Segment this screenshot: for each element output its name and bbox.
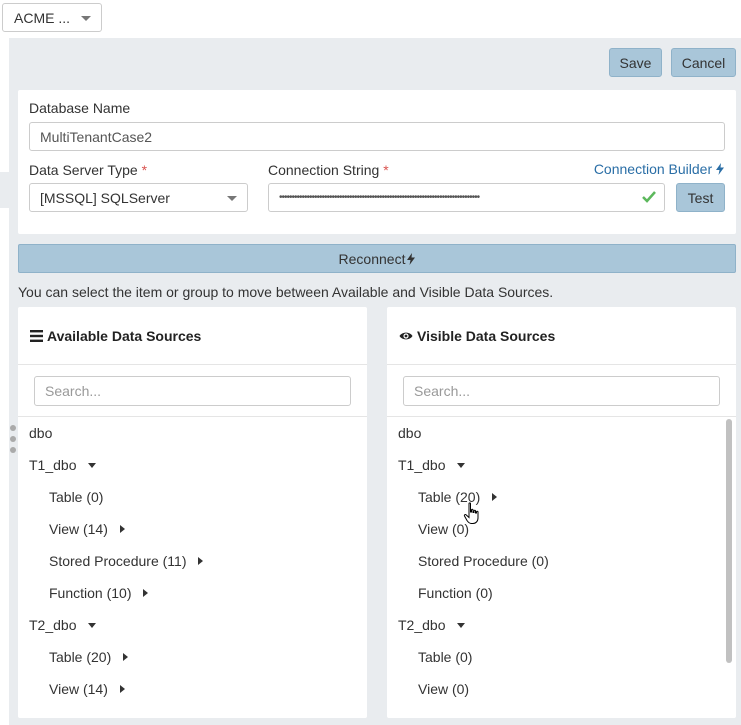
- tree-group[interactable]: dbo: [29, 425, 52, 441]
- server-type-label-text: Data Server Type: [29, 162, 138, 178]
- tree-item[interactable]: View (14): [49, 681, 125, 697]
- resize-handle-icon[interactable]: [10, 425, 16, 431]
- cancel-button[interactable]: Cancel: [671, 48, 736, 77]
- available-data-sources-panel: Available Data Sources dbo T1_dbo Table (0…: [18, 307, 367, 718]
- caret-down-icon[interactable]: [88, 462, 97, 468]
- scrollbar[interactable]: [726, 419, 732, 663]
- tree-item-label: Table (20): [49, 649, 112, 665]
- caret-right-icon[interactable]: [119, 525, 125, 533]
- server-type-select[interactable]: [MSSQL] SQLServer: [29, 183, 248, 212]
- test-button[interactable]: Test: [676, 183, 725, 212]
- available-search-input[interactable]: [34, 376, 351, 406]
- hint-text: You can select the item or group to move…: [18, 284, 554, 300]
- tree-item[interactable]: View (0): [418, 521, 469, 537]
- chevron-down-icon: [81, 16, 91, 21]
- connection-builder-link[interactable]: Connection Builder: [594, 161, 724, 177]
- tree-item[interactable]: Function (10): [49, 585, 149, 601]
- chevron-down-icon: [227, 196, 237, 201]
- connection-string-input[interactable]: ••••••••••••••••••••••••••••••••••••••••…: [268, 183, 665, 212]
- tree-item-label: dbo: [29, 425, 53, 441]
- panel-header: Visible Data Sources: [387, 307, 736, 365]
- divider: [18, 416, 367, 417]
- save-button[interactable]: Save: [609, 48, 662, 77]
- tree-item[interactable]: Table (0): [418, 649, 472, 665]
- resize-handle-icon[interactable]: [10, 436, 16, 442]
- hand-cursor-icon: [463, 502, 479, 524]
- visible-search-input[interactable]: [403, 376, 720, 406]
- organization-select[interactable]: ACME ...: [2, 3, 102, 32]
- server-type-value: [MSSQL] SQLServer: [40, 189, 170, 206]
- connection-string-value: ••••••••••••••••••••••••••••••••••••••••…: [279, 192, 480, 203]
- server-type-label: Data Server Type *: [29, 162, 147, 178]
- tree-item-label: T1_dbo: [29, 457, 77, 473]
- tree-item[interactable]: Stored Procedure (0): [418, 553, 549, 569]
- database-name-value: MultiTenantCase2: [40, 128, 153, 145]
- connection-builder-label: Connection Builder: [593, 161, 713, 177]
- database-name-input[interactable]: MultiTenantCase2: [29, 122, 725, 151]
- tree-item-label: View (14): [49, 521, 108, 537]
- panel-header: Available Data Sources: [18, 307, 367, 365]
- caret-right-icon[interactable]: [492, 493, 498, 501]
- tree-item-label: T1_dbo: [398, 457, 446, 473]
- bolt-icon: [407, 252, 416, 265]
- divider: [387, 416, 736, 417]
- tree-group[interactable]: T1_dbo: [29, 457, 97, 473]
- tree-item-label: T2_dbo: [29, 617, 77, 633]
- resize-handle-icon[interactable]: [10, 447, 16, 453]
- tree-item[interactable]: Table (20): [49, 649, 129, 665]
- reconnect-button[interactable]: Reconnect: [18, 244, 736, 273]
- tree-item-label: Function (10): [49, 585, 132, 601]
- caret-right-icon[interactable]: [119, 685, 125, 693]
- tree-item-label: Function (0): [418, 585, 493, 601]
- tree-item[interactable]: View (14): [49, 521, 125, 537]
- top-bar: ACME ...: [0, 0, 741, 38]
- caret-right-icon[interactable]: [198, 557, 204, 565]
- visible-data-sources-panel: Visible Data Sources dbo T1_dbo Table (20)…: [387, 307, 736, 718]
- tree-group[interactable]: T2_dbo: [398, 617, 466, 633]
- tree-item-label: Stored Procedure (0): [418, 553, 549, 569]
- organization-select-label: ACME ...: [14, 9, 71, 26]
- left-strip-tab[interactable]: [0, 172, 9, 208]
- tree-item[interactable]: Table (0): [49, 489, 103, 505]
- left-strip: [0, 48, 9, 725]
- eye-icon: [399, 331, 413, 341]
- tree-item-label: Table (0): [418, 649, 473, 665]
- caret-down-icon[interactable]: [88, 622, 97, 628]
- required-mark: *: [141, 162, 148, 178]
- required-mark: *: [383, 162, 389, 178]
- tree-item-label: dbo: [398, 425, 422, 441]
- list-icon: [30, 329, 43, 342]
- tree-group[interactable]: dbo: [398, 425, 421, 441]
- reconnect-label: Reconnect: [338, 250, 406, 267]
- tree-item-label: Stored Procedure (11): [49, 553, 187, 569]
- tree-group[interactable]: T1_dbo: [398, 457, 466, 473]
- tree-group[interactable]: T2_dbo: [29, 617, 97, 633]
- tree-item-label: View (14): [49, 681, 108, 697]
- caret-down-icon[interactable]: [457, 622, 466, 628]
- check-icon: [642, 191, 656, 203]
- tree-item-label: View (0): [418, 681, 470, 697]
- database-form: Database Name MultiTenantCase2 Data Serv…: [18, 90, 736, 234]
- panel-title: Available Data Sources: [47, 327, 202, 344]
- tree-item-label: View (0): [418, 521, 470, 537]
- database-name-label: Database Name: [29, 100, 131, 116]
- connection-string-label: Connection String *: [268, 162, 389, 178]
- panel-title: Visible Data Sources: [417, 327, 556, 344]
- tree-item[interactable]: View (0): [418, 681, 469, 697]
- tree-item[interactable]: Stored Procedure (11): [49, 553, 204, 569]
- connection-string-label-text: Connection String: [268, 162, 380, 178]
- bolt-icon: [716, 163, 724, 175]
- caret-down-icon[interactable]: [457, 462, 466, 468]
- tree-item[interactable]: Function (0): [418, 585, 493, 601]
- tree-item[interactable]: Table (20): [418, 489, 498, 505]
- tree-item-label: Table (0): [49, 489, 104, 505]
- caret-right-icon[interactable]: [123, 653, 129, 661]
- caret-right-icon[interactable]: [143, 589, 149, 597]
- tree-item-label: T2_dbo: [398, 617, 446, 633]
